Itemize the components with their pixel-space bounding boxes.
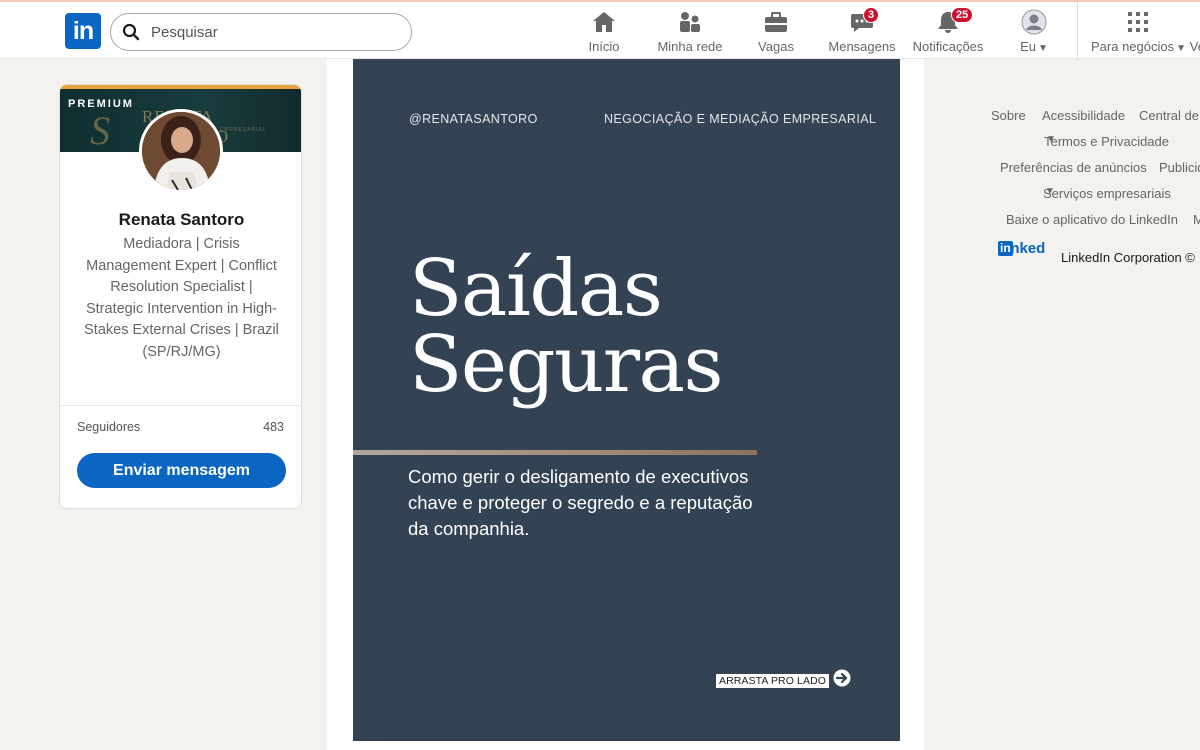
slide-handle: @RENATASANTORO	[409, 112, 538, 126]
bell-icon: 25	[935, 7, 974, 36]
footer-advertising-link[interactable]: Publicid	[1159, 160, 1200, 175]
post-card: @RENATASANTORO NEGOCIAÇÃO E MEDIAÇÃO EMP…	[327, 59, 924, 750]
nav-for-business-label: Para negócios	[1091, 39, 1175, 54]
profile-headline: Mediadora | Crisis Management Expert | C…	[84, 236, 279, 360]
footer-ad-prefs-link[interactable]: Preferências de anúncios	[1000, 160, 1147, 175]
network-icon	[677, 8, 703, 36]
followers-count: 483	[263, 420, 284, 434]
nav-my-network[interactable]: Minha rede	[654, 8, 726, 56]
nav-for-business-label-wrap: Para negócios▼ Ve	[1091, 39, 1200, 54]
slide-divider-line	[353, 450, 757, 455]
home-icon	[591, 8, 617, 36]
messaging-icon: 3	[849, 7, 880, 36]
send-message-button[interactable]: Enviar mensagem	[77, 453, 286, 488]
arrow-right-icon	[833, 669, 851, 692]
grid-icon	[1127, 8, 1149, 36]
slide-subtitle: Como gerir o desligamento de executivos …	[408, 466, 753, 539]
linkedin-logo-icon[interactable]: in	[65, 13, 101, 49]
avatar	[1021, 8, 1047, 36]
nav-messaging[interactable]: 3 Mensagens	[828, 7, 896, 56]
footer-help-center-link[interactable]: Central de	[1139, 108, 1199, 123]
swipe-hint[interactable]: ARRASTA PRO LADO	[716, 669, 851, 692]
slide-topic: NEGOCIAÇÃO E MEDIAÇÃO EMPRESARIAL	[604, 112, 877, 126]
nav-home[interactable]: Início	[584, 8, 624, 56]
caret-down-icon: ▼	[1045, 186, 1055, 197]
premium-label: PREMIUM	[68, 98, 134, 110]
nav-notifications[interactable]: 25 Notificações	[910, 7, 986, 56]
caret-down-icon: ▼	[1176, 43, 1187, 54]
nav-home-label: Início	[588, 39, 620, 54]
footer-get-app-link[interactable]: Baixe o aplicativo do LinkedIn	[1006, 212, 1178, 227]
profile-avatar[interactable]	[139, 109, 223, 193]
footer-copyright: LinkedIn Corporation ©	[1061, 250, 1195, 265]
footer-brand-in: in	[998, 240, 1013, 256]
profile-card: S RENATA SANTORO EMPRESARIAL PREMIUM Ren…	[59, 84, 302, 509]
carousel-slide[interactable]: @RENATASANTORO NEGOCIAÇÃO E MEDIAÇÃO EMP…	[353, 59, 900, 741]
briefcase-icon	[763, 8, 789, 36]
slide-title-line-1: Saídas	[409, 244, 663, 334]
slide-title: Saídas Seguras	[409, 244, 724, 410]
global-nav: in Início Minha rede Vagas 3 Mensagens	[0, 0, 1200, 61]
slide-title-line-2: Seguras	[409, 320, 724, 410]
footer-about-link[interactable]: Sobre	[991, 108, 1026, 123]
footer-terms-label: Termos e Privacidade	[1044, 134, 1169, 149]
cover-monogram: S	[90, 108, 110, 152]
nav-jobs[interactable]: Vagas	[756, 8, 796, 56]
divider	[60, 405, 301, 406]
swipe-label: ARRASTA PRO LADO	[716, 673, 830, 688]
nav-me-label-wrap: Eu ▼	[1020, 39, 1048, 54]
nav-divider	[1077, 2, 1078, 61]
caret-down-icon: ▼	[1038, 43, 1048, 54]
nav-notifications-label: Notificações	[912, 39, 984, 54]
nav-me-label: Eu	[1020, 39, 1036, 54]
messaging-badge: 3	[863, 7, 880, 23]
search-bar[interactable]	[110, 13, 412, 51]
nav-jobs-label: Vagas	[758, 39, 794, 54]
footer-more-link[interactable]: M	[1193, 212, 1200, 227]
caret-down-icon: ▼	[1046, 134, 1056, 145]
nav-messaging-label: Mensagens	[828, 39, 896, 54]
search-input[interactable]	[151, 23, 391, 41]
footer-business-services-label: Serviços empresariais	[1043, 186, 1171, 201]
cover-subtitle: EMPRESARIAL	[220, 127, 267, 133]
search-icon	[111, 23, 151, 41]
nav-my-network-label: Minha rede	[657, 39, 723, 54]
notifications-badge: 25	[951, 7, 974, 23]
profile-name[interactable]: Renata Santoro	[60, 210, 301, 230]
footer-accessibility-link[interactable]: Acessibilidade	[1042, 108, 1125, 123]
nav-me[interactable]: Eu ▼	[1014, 8, 1054, 56]
followers-label: Seguidores	[77, 420, 141, 434]
nav-for-business[interactable]: Para negócios▼ Ve	[1089, 8, 1200, 56]
nav-overflow-label: Ve	[1189, 39, 1200, 54]
